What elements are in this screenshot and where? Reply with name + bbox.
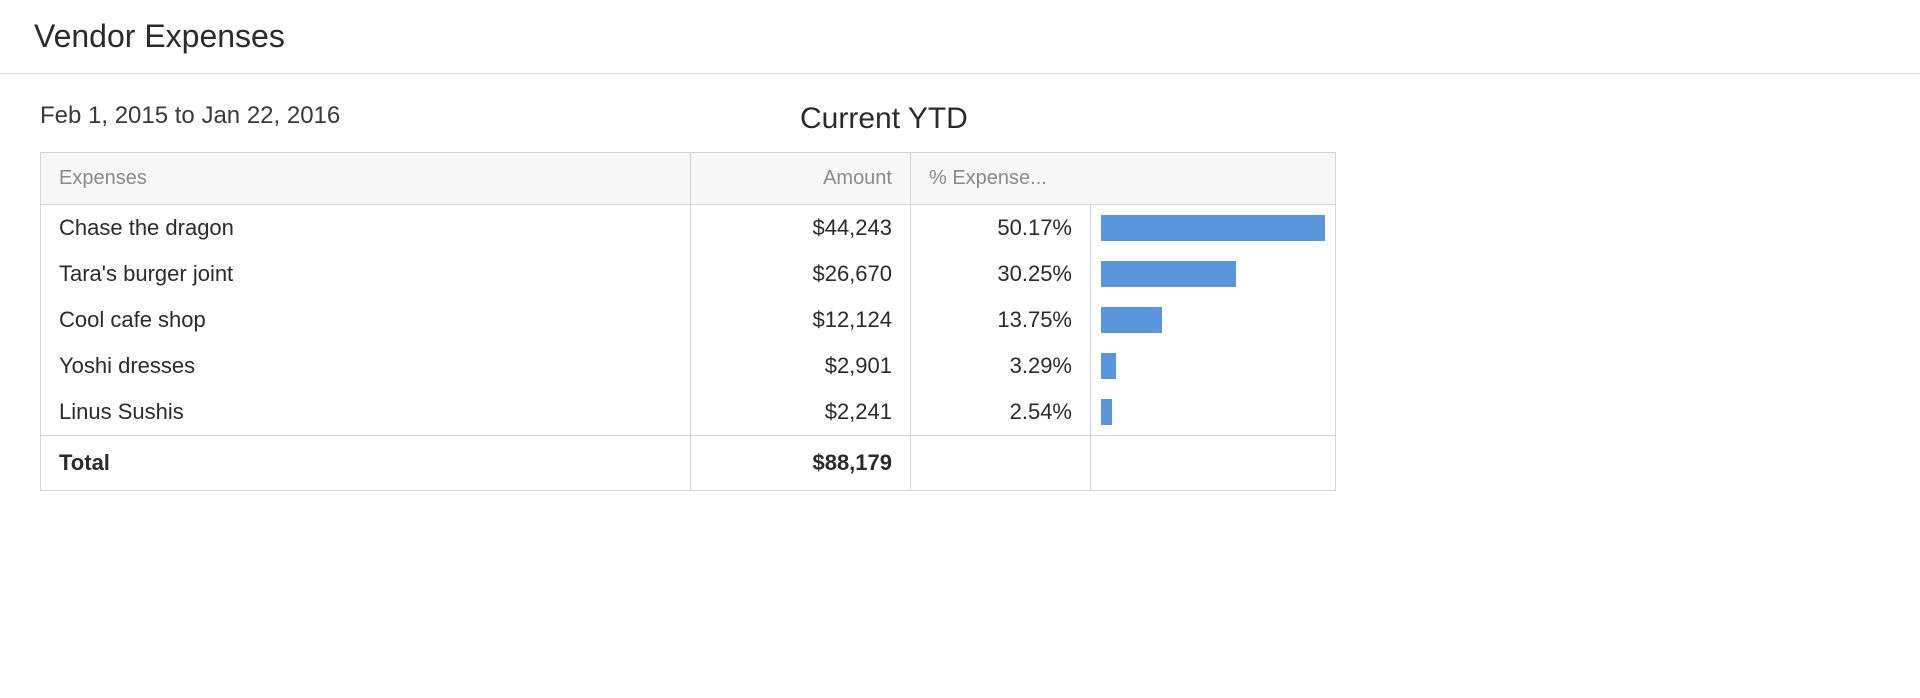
total-amount: $88,179	[691, 436, 911, 491]
table-header-row: Expenses Amount % Expense...	[41, 153, 1336, 205]
vendor-amount: $26,670	[691, 251, 911, 297]
table-row[interactable]: Tara's burger joint$26,67030.25%	[41, 251, 1336, 297]
expense-bar	[1101, 261, 1236, 287]
vendor-name: Yoshi dresses	[41, 343, 691, 389]
page-title: Vendor Expenses	[34, 18, 1886, 55]
vendor-amount: $12,124	[691, 297, 911, 343]
vendor-bar-cell	[1091, 205, 1336, 252]
expense-bar	[1101, 307, 1162, 333]
table-row[interactable]: Cool cafe shop$12,12413.75%	[41, 297, 1336, 343]
table-row[interactable]: Linus Sushis$2,2412.54%	[41, 389, 1336, 436]
table-row[interactable]: Yoshi dresses$2,9013.29%	[41, 343, 1336, 389]
title-bar: Vendor Expenses	[0, 0, 1920, 74]
total-bar-cell	[1091, 436, 1336, 491]
meta-row: Feb 1, 2015 to Jan 22, 2016 Current YTD	[40, 102, 1880, 130]
col-amount[interactable]: Amount	[691, 153, 911, 205]
expense-bar	[1101, 215, 1325, 241]
vendor-name: Linus Sushis	[41, 389, 691, 436]
vendor-pct: 50.17%	[911, 205, 1091, 252]
expense-bar	[1101, 353, 1116, 379]
date-range-label: Feb 1, 2015 to Jan 22, 2016	[40, 102, 340, 130]
vendor-amount: $2,901	[691, 343, 911, 389]
table-row[interactable]: Chase the dragon$44,24350.17%	[41, 205, 1336, 252]
vendor-bar-cell	[1091, 297, 1336, 343]
vendor-name: Cool cafe shop	[41, 297, 691, 343]
period-label: Current YTD	[800, 102, 968, 136]
col-pct-expense[interactable]: % Expense...	[911, 153, 1336, 205]
vendor-pct: 30.25%	[911, 251, 1091, 297]
col-expenses[interactable]: Expenses	[41, 153, 691, 205]
vendor-amount: $44,243	[691, 205, 911, 252]
vendor-pct: 3.29%	[911, 343, 1091, 389]
total-pct	[911, 436, 1091, 491]
expenses-table: Expenses Amount % Expense... Chase the d…	[40, 152, 1336, 491]
vendor-bar-cell	[1091, 343, 1336, 389]
vendor-bar-cell	[1091, 389, 1336, 436]
total-row: Total $88,179	[41, 436, 1336, 491]
expense-bar	[1101, 399, 1112, 425]
vendor-pct: 13.75%	[911, 297, 1091, 343]
vendor-bar-cell	[1091, 251, 1336, 297]
vendor-name: Tara's burger joint	[41, 251, 691, 297]
total-label: Total	[41, 436, 691, 491]
content-area: Feb 1, 2015 to Jan 22, 2016 Current YTD …	[0, 74, 1920, 491]
vendor-name: Chase the dragon	[41, 205, 691, 252]
vendor-amount: $2,241	[691, 389, 911, 436]
vendor-pct: 2.54%	[911, 389, 1091, 436]
